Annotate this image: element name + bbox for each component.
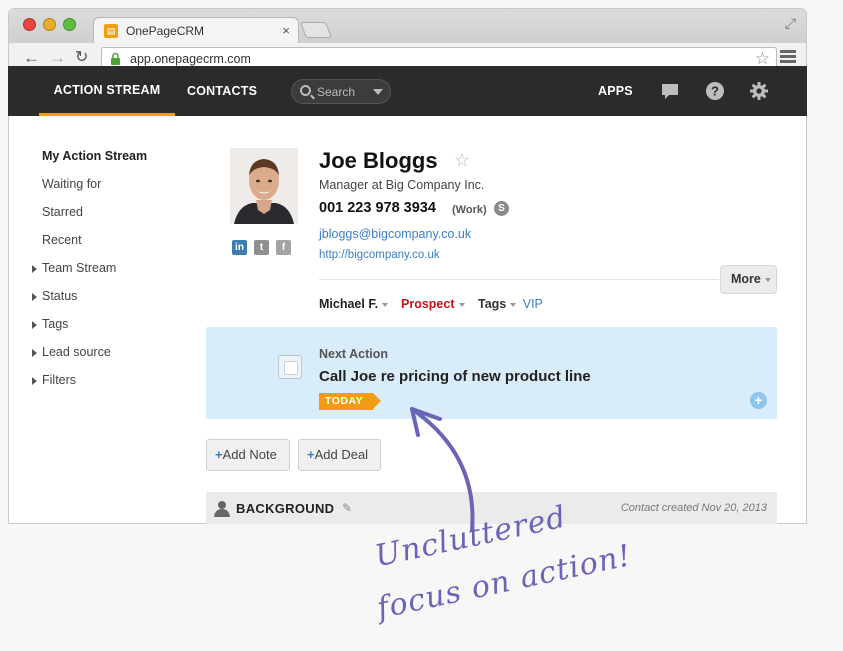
caret-right-icon — [32, 265, 37, 273]
divider — [319, 279, 719, 280]
close-window-button[interactable] — [23, 18, 36, 31]
sidebar-item-status[interactable]: Status — [42, 289, 77, 303]
tags-dropdown[interactable]: Tags VIP — [478, 297, 543, 311]
status-dropdown[interactable]: Prospect — [401, 297, 465, 311]
status-value: Prospect — [401, 297, 455, 311]
sidebar-item-recent[interactable]: Recent — [42, 233, 82, 247]
lock-icon — [111, 52, 120, 65]
chat-bubble-icon[interactable] — [660, 81, 680, 101]
more-label: More — [731, 272, 761, 286]
owner-name: Michael F. — [319, 297, 379, 311]
contact-created-date: Contact created Nov 20, 2013 — [620, 502, 767, 514]
chevron-down-icon — [458, 302, 465, 307]
contact-phone[interactable]: 001 223 978 3934 — [319, 200, 436, 216]
tab-title: OnePageCRM — [126, 24, 205, 38]
new-tab-button[interactable] — [300, 22, 332, 38]
facebook-icon[interactable]: f — [276, 240, 291, 255]
skype-icon[interactable]: S — [494, 201, 509, 216]
sidebar-item-starred[interactable]: Starred — [42, 205, 83, 219]
chevron-down-icon[interactable] — [373, 89, 383, 95]
chevron-down-icon — [764, 277, 771, 282]
tags-label: Tags — [478, 297, 507, 311]
fullscreen-icon[interactable]: ⤢ — [785, 15, 796, 32]
browser-tab[interactable]: ▤ OnePageCRM × — [93, 17, 299, 43]
contact-avatar — [230, 148, 298, 224]
contact-email[interactable]: jbloggs@bigcompany.co.uk — [319, 227, 471, 241]
search-placeholder: Search — [317, 85, 356, 99]
caret-right-icon — [32, 293, 37, 301]
twitter-icon[interactable]: t — [254, 240, 269, 255]
help-icon[interactable]: ? — [705, 81, 725, 101]
next-action-label: Next Action — [319, 347, 388, 361]
add-action-icon[interactable]: + — [750, 392, 767, 409]
app-top-nav: ACTION STREAM CONTACTS Search APPS ? — [8, 66, 807, 116]
sidebar-item-lead-source[interactable]: Lead source — [42, 345, 111, 359]
plus-icon: + — [307, 447, 315, 462]
add-note-label: Add Note — [222, 447, 277, 462]
star-icon[interactable]: ☆ — [454, 150, 470, 171]
sidebar-item-waiting-for[interactable]: Waiting for — [42, 177, 101, 191]
forward-arrow-icon[interactable]: → — [49, 49, 66, 67]
tab-bar: ▤ OnePageCRM × ⤢ — [9, 9, 806, 43]
caret-right-icon — [32, 321, 37, 329]
reload-icon[interactable]: ↻ — [75, 49, 88, 67]
search-icon — [300, 85, 311, 96]
chevron-down-icon — [510, 302, 517, 307]
maximize-window-button[interactable] — [63, 18, 76, 31]
linkedin-icon[interactable]: in — [232, 240, 247, 255]
minimize-window-button[interactable] — [43, 18, 56, 31]
tab-close-icon[interactable]: × — [282, 23, 290, 38]
nav-action-stream[interactable]: ACTION STREAM — [39, 66, 175, 116]
next-action-text[interactable]: Call Joe re pricing of new product line — [319, 368, 591, 385]
plus-icon: + — [215, 447, 223, 462]
add-note-button[interactable]: +Add Note — [206, 439, 290, 471]
contact-website[interactable]: http://bigcompany.co.uk — [319, 249, 440, 261]
caret-right-icon — [32, 377, 37, 385]
caret-right-icon — [32, 349, 37, 357]
phone-type: (Work) — [452, 204, 487, 216]
tag-vip[interactable]: VIP — [523, 297, 543, 311]
onepagecrm-favicon-icon: ▤ — [104, 24, 118, 38]
pencil-icon[interactable]: ✎ — [342, 501, 352, 515]
person-icon — [214, 501, 230, 517]
gear-icon[interactable] — [749, 81, 769, 101]
search-input[interactable]: Search — [291, 79, 391, 104]
sidebar-item-my-action-stream[interactable]: My Action Stream — [42, 149, 147, 163]
back-arrow-icon[interactable]: ← — [23, 49, 40, 67]
svg-text:?: ? — [711, 84, 719, 99]
more-button[interactable]: More — [720, 265, 777, 294]
sidebar-item-team-stream[interactable]: Team Stream — [42, 261, 116, 275]
chevron-down-icon — [382, 302, 389, 307]
sidebar-item-filters[interactable]: Filters — [42, 373, 76, 387]
url-text: app.onepagecrm.com — [130, 52, 251, 66]
owner-dropdown[interactable]: Michael F. — [319, 297, 389, 311]
next-action-checkbox[interactable] — [278, 355, 302, 379]
sidebar-item-tags[interactable]: Tags — [42, 317, 68, 331]
contact-job-title: Manager at Big Company Inc. — [319, 178, 485, 192]
browser-menu-icon[interactable] — [780, 50, 796, 64]
contact-name: Joe Bloggs — [319, 148, 438, 173]
background-title: BACKGROUND — [236, 501, 335, 516]
nav-contacts[interactable]: CONTACTS — [187, 66, 257, 116]
nav-apps[interactable]: APPS — [598, 66, 633, 116]
